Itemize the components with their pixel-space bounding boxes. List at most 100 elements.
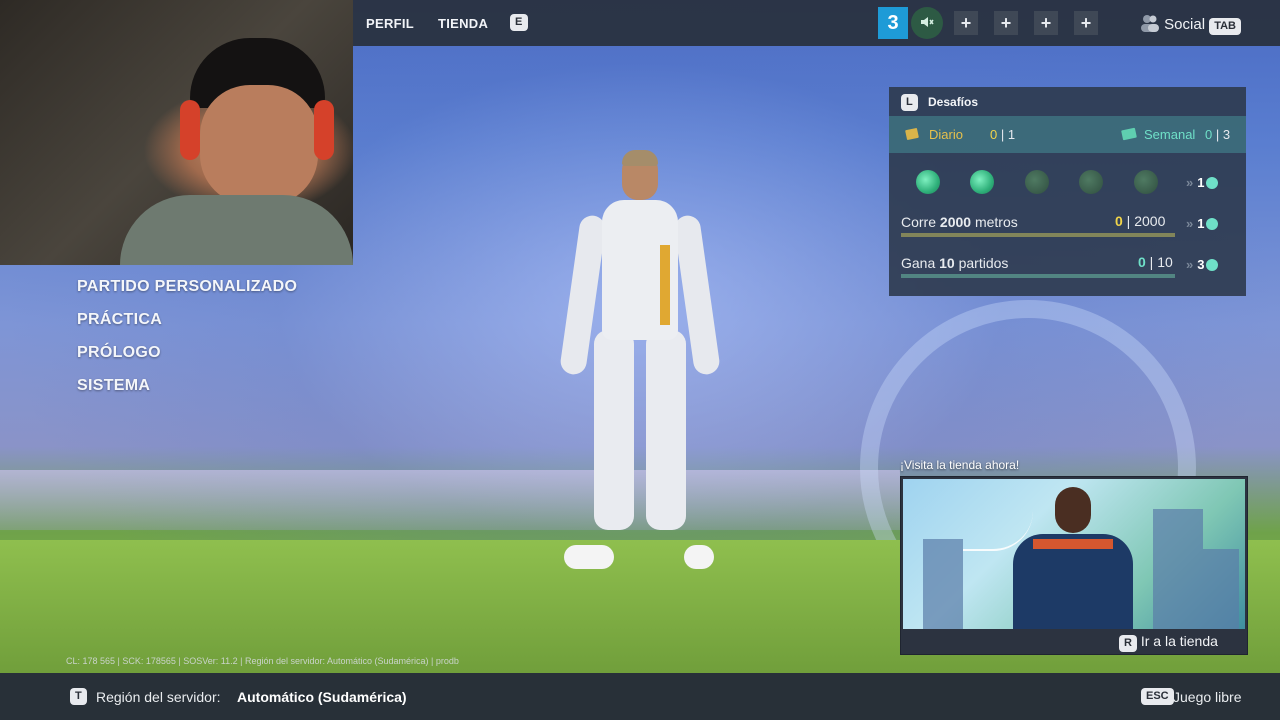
challenges-header[interactable]: L Desafíos [889,87,1246,116]
player-avatar [558,150,722,580]
weekly-total: 3 [1222,127,1231,142]
stadium-stands [0,470,900,530]
menu-partido-personalizado[interactable]: PARTIDO PERSONALIZADO [77,278,297,298]
weekly-count: 0 | 3 [1205,127,1231,142]
avatar-leg-right [646,330,686,530]
nav-next-key: E [510,13,528,31]
menu-practica[interactable]: PRÁCTICA [77,311,297,331]
speaker-muted-glyph [921,17,934,27]
speaker-muted-icon[interactable] [911,7,943,39]
social-button[interactable]: Social TAB [1140,14,1241,35]
dots-reward: » 1 [1186,175,1219,190]
chevron-right-icon: » [1186,175,1194,190]
challenge-win-reward-amount: 3 [1197,257,1205,272]
challenge-win-label: Gana 10 partidos [901,255,1008,271]
challenge-win-post: partidos [954,255,1009,271]
challenge-win-reward: » 3 [1186,257,1219,272]
headphone-right [314,100,334,160]
challenge-win-total: 10 [1157,254,1173,270]
webcam-overlay [0,0,353,265]
challenge-win-pre: Gana [901,255,940,271]
key-hint-esc: ESC [1141,688,1174,705]
challenge-run-reward-amount: 1 [1197,216,1205,231]
promo-character-head [1055,487,1091,533]
main-menu: PARTIDO PERSONALIZADO PRÁCTICA PRÓLOGO S… [77,278,297,410]
promo-building [1203,549,1239,629]
daily-progress-dot-3 [1025,170,1049,194]
headphone-left [180,100,200,160]
go-to-shop-button[interactable]: R Ir a la tienda [1119,633,1218,652]
challenge-run-done: 0 [1115,213,1123,229]
avatar-shoe-right [684,545,714,569]
menu-sistema[interactable]: SISTEMA [77,377,297,397]
weekly-done: 0 [1205,127,1213,142]
bottom-bar: T Región del servidor: Automático (Sudam… [0,673,1280,720]
challenges-title: Desafíos [928,95,979,109]
nav-perfil[interactable]: PERFIL [366,16,414,31]
avatar-jacket-stripe [660,245,670,325]
social-label: Social [1164,16,1206,33]
go-to-shop-label: Ir a la tienda [1140,633,1218,649]
top-navigation-bar: PERFIL TIENDA E 3 + + + + Social TAB [353,0,1280,46]
daily-total: 1 [1007,127,1016,142]
daily-progress-dot-1 [916,170,940,194]
server-region-label: Región del servidor: [96,689,221,705]
shop-promo-title: ¡Visita la tienda ahora! [900,458,1020,472]
debug-info: CL: 178 565 | SCK: 178565 | SOSVer: 11.2… [66,656,459,666]
webcam-person-face [200,85,318,205]
gem-icon [1206,177,1219,189]
key-hint-e: E [510,14,528,31]
daily-progress-dot-2 [970,170,994,194]
avatar-shoe-left [564,545,614,569]
avatar-hair [622,150,658,166]
tab-daily[interactable]: Diario [929,127,963,142]
challenges-tabs: Diario 0 | 1 Semanal 0 | 3 [889,116,1246,153]
challenge-run-amount: 2000 [939,214,972,230]
promo-building [923,539,963,629]
party-slot-add-4[interactable]: + [1074,11,1098,35]
tab-weekly[interactable]: Semanal [1144,127,1195,142]
challenge-run-progress-bar [901,233,1175,237]
nav-tienda[interactable]: TIENDA [438,16,488,31]
promo-character-stripe [1033,539,1113,549]
webcam-person-body [120,195,353,265]
chevron-right-icon: » [1186,216,1194,231]
daily-count: 0 | 1 [990,127,1016,142]
key-hint-t: T [70,688,87,705]
challenge-run-total: 2000 [1134,213,1166,229]
shop-promo-card[interactable]: R Ir a la tienda [900,476,1248,655]
party-slot-add-2[interactable]: + [994,11,1018,35]
free-play-button[interactable]: Juego libre [1173,689,1242,705]
challenge-run-progress-text: 0 | 2000 [1115,213,1166,229]
party-slot-add-3[interactable]: + [1034,11,1058,35]
daily-done: 0 [990,127,998,142]
party-slot-add-1[interactable]: + [954,11,978,35]
daily-progress-dot-4 [1079,170,1103,194]
challenge-win-progress-text: 0 | 10 [1138,254,1173,270]
gem-icon [1206,259,1219,271]
daily-ticket-icon [905,128,919,140]
dots-reward-amount: 1 [1197,175,1205,190]
chevron-right-icon: » [1186,257,1194,272]
friends-icon [1141,15,1159,32]
challenge-run-pre: Corre [901,214,940,230]
key-hint-l: L [901,94,918,111]
challenge-run-reward: » 1 [1186,216,1219,231]
challenge-win-progress-bar [901,274,1175,278]
key-hint-tab: TAB [1209,18,1241,35]
party-count-badge: 3 [878,7,908,39]
gem-icon [1206,218,1219,230]
daily-progress-dot-5 [1134,170,1158,194]
promo-building [1153,509,1203,629]
challenge-run-post: metros [971,214,1018,230]
challenge-win-amount: 10 [939,255,955,271]
menu-prologo[interactable]: PRÓLOGO [77,344,297,364]
key-hint-r: R [1119,635,1137,652]
avatar-leg-left [594,330,634,530]
challenge-win-done: 0 [1138,254,1146,270]
server-region-value[interactable]: Automático (Sudamérica) [237,689,407,705]
challenges-panel: L Desafíos Diario 0 | 1 Semanal 0 | 3 » 1… [889,87,1246,296]
shop-promo-image [903,479,1245,629]
weekly-ticket-icon [1121,127,1137,141]
challenge-run-label: Corre 2000 metros [901,214,1018,230]
